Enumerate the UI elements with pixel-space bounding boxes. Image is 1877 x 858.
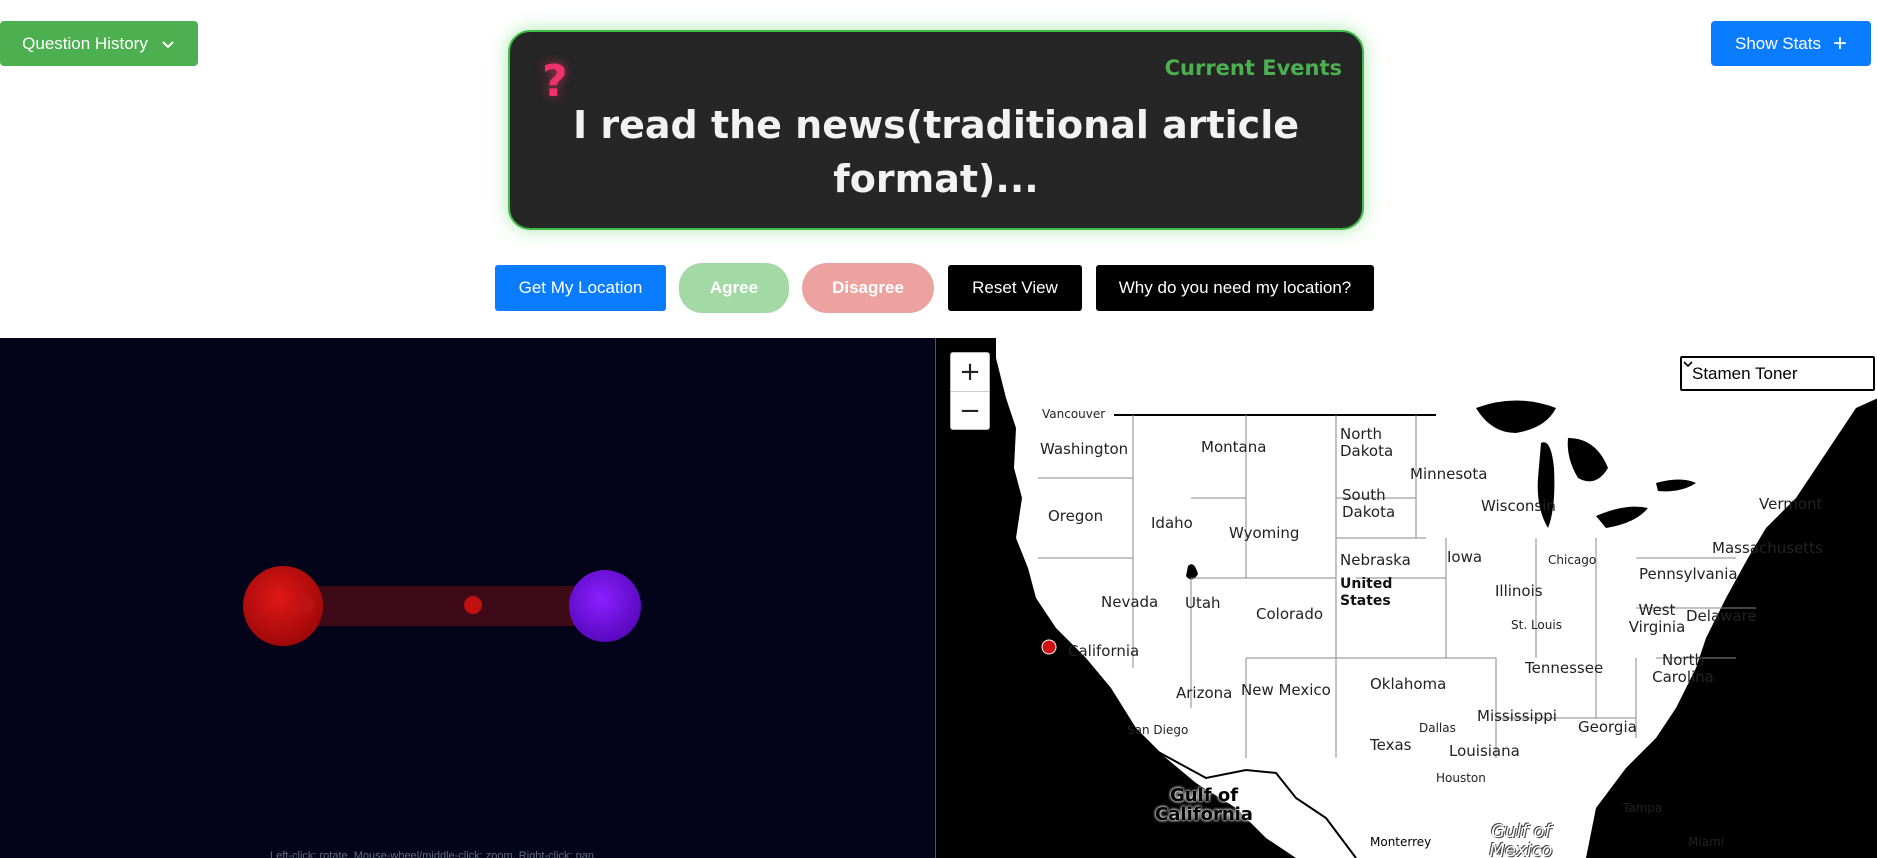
label-vermont: Vermont [1759,495,1823,513]
location-map[interactable]: + − Stamen Toner Vancouver Washington Mo… [935,338,1877,858]
label-chicago: Chicago [1548,553,1597,567]
label-gulf-of-mexico: Gulf of Mexico [1489,821,1553,858]
label-west-virginia: West Virginia [1628,601,1686,636]
map-layer-select[interactable]: Stamen Toner [1680,356,1875,391]
label-texas: Texas [1370,736,1412,754]
agree-button[interactable]: Agree [679,263,789,313]
show-stats-label: Show Stats [1734,33,1821,53]
label-vancouver: Vancouver [1042,407,1106,421]
label-united-states: United States [1340,576,1393,609]
zoom-out-button[interactable]: − [951,391,989,429]
label-north-carolina: North Carolina [1652,651,1714,686]
why-location-button[interactable]: Why do you need my location? [1096,265,1374,311]
question-card: ? Current Events I read the news(traditi… [508,30,1364,230]
label-oregon: Oregon [1048,507,1104,525]
controls-hint: Left-click: rotate, Mouse-wheel/middle-c… [270,850,595,858]
question-text: I read the news(traditional article form… [572,103,1299,201]
label-colorado: Colorado [1256,605,1324,623]
connection-bar [283,586,603,626]
get-location-button[interactable]: Get My Location [495,265,666,311]
label-wyoming: Wyoming [1229,524,1300,542]
label-delaware: Delaware [1686,607,1757,625]
label-south-dakota: South Dakota [1342,486,1396,521]
label-st-louis: St. Louis [1511,618,1562,632]
chevron-down-icon [162,40,174,48]
label-nebraska: Nebraska [1340,551,1411,569]
label-mississippi: Mississippi [1477,707,1557,725]
label-arizona: Arizona [1176,684,1233,702]
label-idaho: Idaho [1151,514,1193,532]
label-louisiana: Louisiana [1449,742,1520,760]
question-history-button[interactable]: Question History [0,21,198,66]
label-gulf-of-california: Gulf of California [1155,785,1253,825]
label-oklahoma: Oklahoma [1370,675,1447,693]
label-tampa: Tampa [1623,801,1663,815]
label-massachusetts: Massachusetts [1712,539,1823,557]
label-illinois: Illinois [1495,582,1543,600]
label-nevada: Nevada [1101,593,1159,611]
label-tennessee: Tennessee [1525,659,1604,677]
visualization-canvas [243,566,641,646]
label-north-dakota: North Dakota [1340,425,1394,460]
zoom-in-button[interactable]: + [951,353,989,391]
midpoint-marker [464,596,482,614]
disagree-button[interactable]: Disagree [802,263,934,313]
label-miami: Miami [1688,835,1725,849]
user-location-marker [1041,639,1057,655]
label-wisconsin: Wisconsin [1481,497,1556,515]
label-washington: Washington [1040,440,1129,458]
label-pennsylvania: Pennsylvania [1639,565,1738,583]
label-monterrey: Monterrey [1370,835,1432,849]
opinion-visualization[interactable]: Left-click: rotate, Mouse-wheel/middle-c… [0,338,935,858]
label-houston: Houston [1436,771,1486,785]
label-california: California [1068,642,1140,660]
label-iowa: Iowa [1447,548,1483,566]
label-dallas: Dallas [1419,721,1456,735]
label-utah: Utah [1185,594,1221,612]
purple-endpoint-sphere [569,570,641,642]
reset-view-button[interactable]: Reset View [948,265,1082,311]
label-san-diego: San Diego [1127,723,1189,737]
red-inner-dot [295,594,315,614]
chevron-down-icon [1683,361,1693,368]
question-mark-icon: ? [542,56,568,107]
question-category: Current Events [1164,56,1342,80]
label-georgia: Georgia [1578,718,1637,736]
label-minnesota: Minnesota [1410,465,1488,483]
zoom-control: + − [950,352,990,430]
show-stats-button[interactable]: Show Stats + [1711,21,1871,66]
map-layer-value: Stamen Toner [1692,363,1798,383]
label-new-mexico: New Mexico [1241,681,1331,699]
question-history-label: Question History [22,33,148,53]
label-montana: Montana [1201,438,1267,456]
plus-icon: + [1832,29,1847,57]
